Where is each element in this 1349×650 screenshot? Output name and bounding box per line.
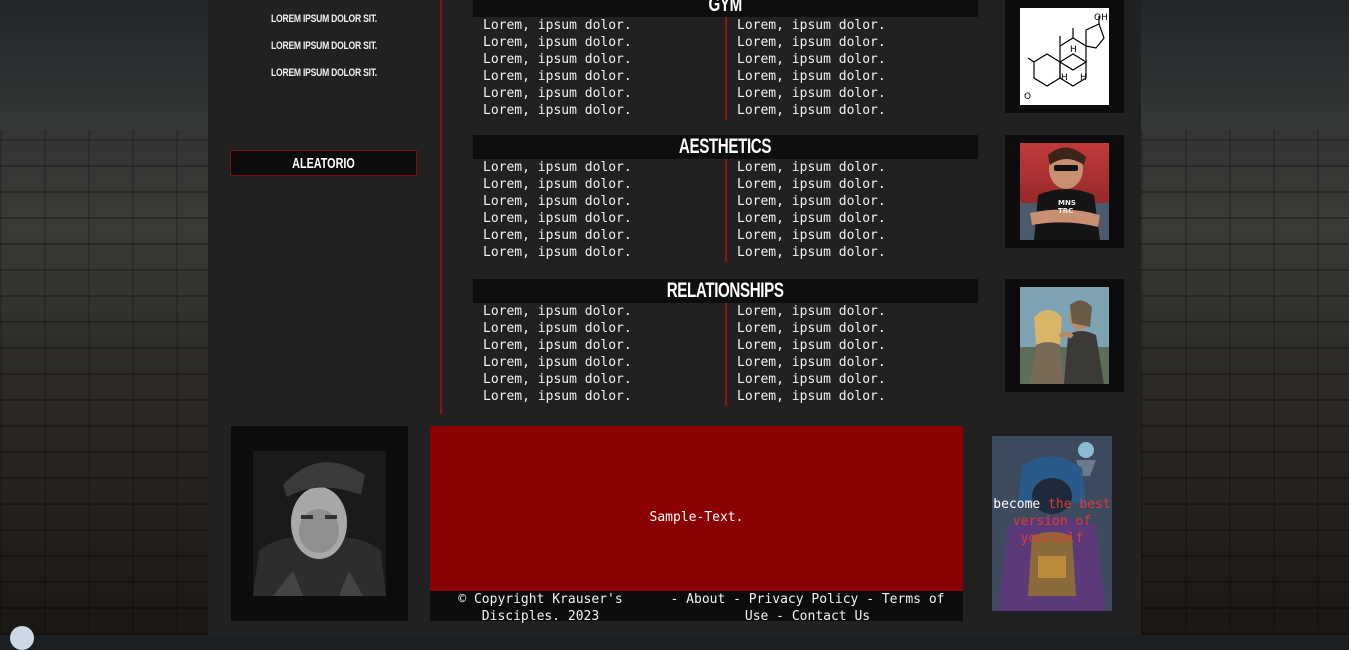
list-item: Lorem, ipsum dolor. (737, 69, 886, 84)
list-item: Lorem, ipsum dolor. (737, 177, 886, 192)
footer-separator: - (725, 592, 749, 607)
h-label: H (1070, 45, 1077, 55)
random-button-label: ALEATORIO (292, 155, 355, 172)
background-sky-left (0, 0, 208, 130)
list-item: Lorem, ipsum dolor. (737, 35, 886, 50)
nav-link-1[interactable]: LOREM IPSUM DOLOR SIT. (234, 10, 415, 37)
list-item: Lorem, ipsum dolor. (737, 211, 886, 226)
nav-links: LOREM IPSUM DOLOR SIT. LOREM IPSUM DOLOR… (208, 10, 440, 91)
section-title-text: GYM (708, 0, 743, 16)
footer-link-about[interactable]: About (686, 592, 725, 607)
footer-link-privacy[interactable]: Privacy Policy (749, 592, 859, 607)
chat-widget-icon[interactable] (10, 626, 34, 650)
promo-image: become the best version of yourself (992, 436, 1112, 611)
list-item: Lorem, ipsum dolor. (737, 372, 886, 387)
list-item: Lorem, ipsum dolor. (483, 245, 632, 260)
shirt-text: TRC (1058, 207, 1073, 215)
background-sky-right (1141, 0, 1349, 130)
list-item: Lorem, ipsum dolor. (483, 52, 632, 67)
left-column: Lorem, ipsum dolor. Lorem, ipsum dolor. … (483, 17, 632, 119)
list-item: Lorem, ipsum dolor. (737, 338, 886, 353)
footer-link-contact[interactable]: Contact Us (792, 609, 870, 624)
list-item: Lorem, ipsum dolor. (483, 355, 632, 370)
list-item: Lorem, ipsum dolor. (483, 321, 632, 336)
column-divider (440, 0, 442, 414)
list-item: Lorem, ipsum dolor. (737, 86, 886, 101)
list-item: Lorem, ipsum dolor. (737, 228, 886, 243)
promo-text-white: become (993, 497, 1049, 512)
list-item: Lorem, ipsum dolor. (737, 18, 886, 33)
list-item: Lorem, ipsum dolor. (483, 338, 632, 353)
soldier-portrait (253, 451, 386, 596)
left-column: Lorem, ipsum dolor. Lorem, ipsum dolor. … (483, 159, 632, 261)
promo-text: become the best version of yourself (992, 496, 1112, 547)
h-label: H (1061, 73, 1068, 83)
right-column: Lorem, ipsum dolor. Lorem, ipsum dolor. … (737, 17, 886, 119)
oh-label: OH (1094, 13, 1108, 23)
list-item: Lorem, ipsum dolor. (483, 103, 632, 118)
list-item: Lorem, ipsum dolor. (737, 245, 886, 260)
list-item: Lorem, ipsum dolor. (483, 18, 632, 33)
left-column: Lorem, ipsum dolor. Lorem, ipsum dolor. … (483, 303, 632, 405)
list-item: Lorem, ipsum dolor. (483, 389, 632, 404)
couple-photo (1020, 287, 1109, 384)
list-item: Lorem, ipsum dolor. (483, 86, 632, 101)
sample-text: Sample-Text. (649, 510, 744, 525)
section-relationships: RELATIONSHIPS Lorem, ipsum dolor. Lorem,… (473, 279, 978, 406)
list-item: Lorem, ipsum dolor. (483, 194, 632, 209)
section-aesthetics: AESTHETICS Lorem, ipsum dolor. Lorem, ip… (473, 135, 978, 262)
list-item: Lorem, ipsum dolor. (483, 177, 632, 192)
section-title-relationships: RELATIONSHIPS (473, 279, 978, 303)
list-item: Lorem, ipsum dolor. (737, 321, 886, 336)
shirt-text: MNS (1058, 199, 1076, 207)
section-title-text: AESTHETICS (679, 135, 772, 158)
image-panel-aesthetics: MNS TRC (1005, 135, 1124, 248)
list-item: Lorem, ipsum dolor. (483, 211, 632, 226)
list-item: Lorem, ipsum dolor. (737, 355, 886, 370)
list-item: Lorem, ipsum dolor. (737, 389, 886, 404)
section-title-aesthetics: AESTHETICS (473, 135, 978, 159)
list-item: Lorem, ipsum dolor. (737, 52, 886, 67)
list-item: Lorem, ipsum dolor. (483, 160, 632, 175)
section-title-text: RELATIONSHIPS (667, 279, 784, 302)
list-item: Lorem, ipsum dolor. (483, 69, 632, 84)
portrait-panel (231, 426, 408, 621)
red-divider (725, 303, 727, 406)
list-item: Lorem, ipsum dolor. (483, 304, 632, 319)
list-item: Lorem, ipsum dolor. (483, 228, 632, 243)
nav-link-2[interactable]: LOREM IPSUM DOLOR SIT. (234, 37, 415, 64)
image-panel-gym: O OH H H H (1005, 0, 1124, 113)
list-item: Lorem, ipsum dolor. (737, 160, 886, 175)
molecule-image: O OH H H H (1020, 8, 1109, 105)
copyright-text: © Copyright Krauser's Disciples. 2023 (458, 592, 623, 624)
list-item: Lorem, ipsum dolor. (737, 194, 886, 209)
h-label: H (1080, 73, 1087, 83)
oh-label: O (1024, 92, 1031, 102)
list-item: Lorem, ipsum dolor. (483, 35, 632, 50)
section-columns: Lorem, ipsum dolor. Lorem, ipsum dolor. … (473, 159, 978, 262)
random-button[interactable]: ALEATORIO (230, 150, 417, 176)
footer-separator: - (858, 592, 882, 607)
footer: © Copyright Krauser's Disciples. 2023 - … (430, 591, 963, 624)
section-gym: GYM Lorem, ipsum dolor. Lorem, ipsum dol… (473, 0, 978, 120)
footer-links: - About - Privacy Policy - Terms of Use … (660, 591, 955, 625)
list-item: Lorem, ipsum dolor. (737, 304, 886, 319)
list-item: Lorem, ipsum dolor. (737, 103, 886, 118)
footer-separator: - (768, 609, 792, 624)
right-column: Lorem, ipsum dolor. Lorem, ipsum dolor. … (737, 303, 886, 405)
man-photo: MNS TRC (1020, 143, 1109, 240)
footer-separator: - (670, 592, 687, 607)
section-columns: Lorem, ipsum dolor. Lorem, ipsum dolor. … (473, 303, 978, 406)
page-container: LOREM IPSUM DOLOR SIT. LOREM IPSUM DOLOR… (208, 0, 1141, 635)
section-title-gym: GYM (473, 0, 978, 17)
section-columns: Lorem, ipsum dolor. Lorem, ipsum dolor. … (473, 17, 978, 120)
list-item: Lorem, ipsum dolor. (483, 372, 632, 387)
red-divider (725, 159, 727, 262)
nav-link-3[interactable]: LOREM IPSUM DOLOR SIT. (234, 64, 415, 91)
red-divider (725, 17, 727, 120)
main-content-box: Sample-Text. (430, 426, 963, 591)
right-column: Lorem, ipsum dolor. Lorem, ipsum dolor. … (737, 159, 886, 261)
image-panel-relationships (1005, 279, 1124, 392)
